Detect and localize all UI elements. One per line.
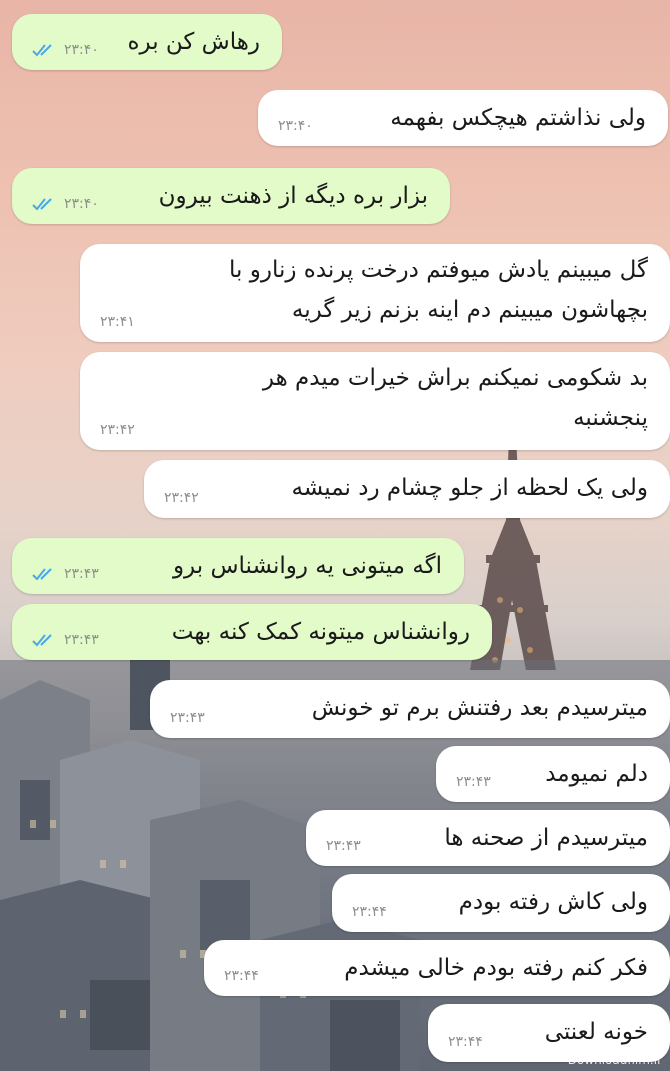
message-bubble-incoming[interactable]: دلم نمیومد ۲۳:۴۳	[436, 746, 670, 802]
message-text: اگه میتونی یه روانشناس برو	[172, 553, 442, 579]
message-time: ۲۳:۴۳	[456, 774, 491, 790]
message-meta: ۲۳:۴۳	[326, 838, 361, 854]
message-bubble-incoming[interactable]: ولی یک لحظه از جلو چشام رد نمیشه ۲۳:۴۲	[144, 460, 670, 518]
message-bubble-incoming[interactable]: ولی نذاشتم هیچکس بفهمه ۲۳:۴۰	[258, 90, 668, 146]
message-time: ۲۳:۴۳	[64, 566, 99, 582]
message-time: ۲۳:۴۰	[64, 42, 99, 58]
message-bubble-incoming[interactable]: فکر کنم رفته بودم خالی میشدم ۲۳:۴۴	[204, 940, 670, 996]
double-check-icon	[32, 568, 52, 581]
message-text: میترسیدم بعد رفتنش برم تو خونش	[311, 695, 648, 721]
message-text-line-2: بچهاشون میبینم دم اینه بزنم زیر گریه	[291, 297, 648, 323]
message-text-line-1: بد شکومی نمیکنم براش خیرات میدم هر	[262, 365, 648, 391]
double-check-icon	[32, 44, 52, 57]
message-meta: ۲۳:۴۴	[224, 968, 259, 984]
watermark-text: Downloadfilm.ir	[567, 1053, 662, 1067]
message-meta: ۲۳:۴۴	[352, 904, 387, 920]
message-time: ۲۳:۴۰	[278, 118, 313, 134]
message-time: ۲۳:۴۳	[326, 838, 361, 854]
message-time: ۲۳:۴۴	[352, 904, 387, 920]
message-meta: ۲۳:۴۲	[100, 422, 135, 438]
message-time: ۲۳:۴۰	[64, 196, 99, 212]
message-text-line-2: پنجشنبه	[573, 405, 648, 431]
message-bubble-incoming[interactable]: ولی کاش رفته بودم ۲۳:۴۴	[332, 874, 670, 932]
message-time: ۲۳:۴۳	[170, 710, 205, 726]
message-time: ۲۳:۴۱	[100, 314, 135, 330]
message-meta: ۲۳:۴۳	[456, 774, 491, 790]
message-meta: ۲۳:۴۳	[32, 632, 99, 648]
message-meta: ۲۳:۴۰	[278, 118, 313, 134]
double-check-icon	[32, 198, 52, 211]
message-text: دلم نمیومد	[545, 761, 648, 787]
message-text: ولی یک لحظه از جلو چشام رد نمیشه	[291, 475, 648, 501]
message-text-line-1: گل میبینم یادش میوفتم درخت پرنده زنارو ب…	[229, 257, 648, 283]
message-meta: ۲۳:۴۰	[32, 42, 99, 58]
double-check-icon	[32, 634, 52, 647]
message-bubble-incoming[interactable]: گل میبینم یادش میوفتم درخت پرنده زنارو ب…	[80, 244, 670, 342]
message-text: بزار بره دیگه از ذهنت بیرون	[158, 183, 428, 209]
message-text: خونه لعنتی	[544, 1019, 648, 1045]
message-bubble-outgoing[interactable]: روانشناس میتونه کمک کنه بهت ۲۳:۴۳	[12, 604, 492, 660]
message-bubble-incoming[interactable]: میترسیدم از صحنه ها ۲۳:۴۳	[306, 810, 670, 866]
message-meta: ۲۳:۴۰	[32, 196, 99, 212]
message-meta: ۲۳:۴۲	[164, 490, 199, 506]
message-bubble-outgoing[interactable]: بزار بره دیگه از ذهنت بیرون ۲۳:۴۰	[12, 168, 450, 224]
message-text: ولی کاش رفته بودم	[458, 889, 648, 915]
message-bubble-outgoing[interactable]: رهاش کن بره ۲۳:۴۰	[12, 14, 282, 70]
message-time: ۲۳:۴۴	[224, 968, 259, 984]
message-time: ۲۳:۴۳	[64, 632, 99, 648]
message-meta: ۲۳:۴۳	[32, 566, 99, 582]
message-text: ولی نذاشتم هیچکس بفهمه	[390, 105, 646, 131]
message-time: ۲۳:۴۲	[164, 490, 199, 506]
message-text: میترسیدم از صحنه ها	[444, 825, 648, 851]
message-text: رهاش کن بره	[127, 29, 260, 55]
message-text: فکر کنم رفته بودم خالی میشدم	[344, 955, 648, 981]
message-time: ۲۳:۴۲	[100, 422, 135, 438]
message-text: روانشناس میتونه کمک کنه بهت	[171, 619, 470, 645]
message-bubble-incoming[interactable]: بد شکومی نمیکنم براش خیرات میدم هر پنجشن…	[80, 352, 670, 450]
message-meta: ۲۳:۴۱	[100, 314, 135, 330]
message-bubble-incoming[interactable]: میترسیدم بعد رفتنش برم تو خونش ۲۳:۴۳	[150, 680, 670, 738]
message-bubble-outgoing[interactable]: اگه میتونی یه روانشناس برو ۲۳:۴۳	[12, 538, 464, 594]
message-meta: ۲۳:۴۴	[448, 1034, 483, 1050]
message-meta: ۲۳:۴۳	[170, 710, 205, 726]
message-time: ۲۳:۴۴	[448, 1034, 483, 1050]
chat-message-list[interactable]: رهاش کن بره ۲۳:۴۰ ولی نذاشتم هیچکس بفهمه…	[0, 0, 670, 1071]
